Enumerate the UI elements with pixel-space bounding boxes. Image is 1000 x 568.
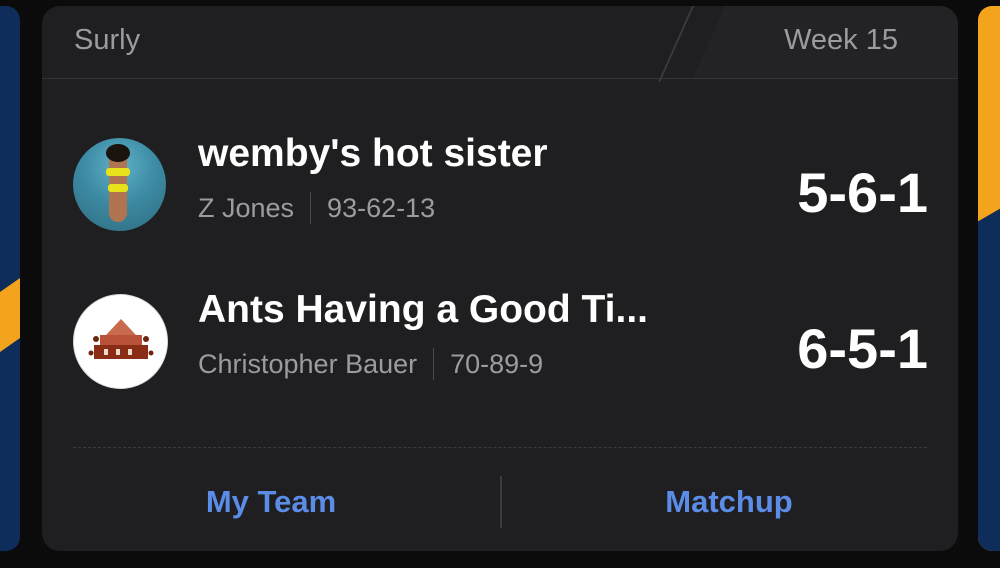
season-record: 70-89-9 [450, 348, 544, 379]
team-name: Ants Having a Good Ti... [198, 288, 648, 331]
header-slash-divider [658, 6, 694, 82]
screen: Surly Week 15 wemby's hot sister Z Jones… [0, 0, 1000, 568]
ants-illustration-icon [88, 319, 154, 359]
matchup-button[interactable]: Matchup [500, 472, 958, 532]
card-header: Surly Week 15 [42, 6, 958, 82]
team-row[interactable]: Ants Having a Good Ti... Christopher Bau… [42, 286, 958, 396]
team-name: wemby's hot sister [198, 132, 548, 175]
next-card-peek[interactable] [978, 6, 1000, 551]
matchup-score: 5-6-1 [797, 161, 928, 224]
week-label: Week 15 [784, 24, 898, 56]
matchup-score: 6-5-1 [797, 317, 928, 380]
team-meta: Z Jones 93-62-13 [198, 192, 435, 224]
meta-divider [310, 192, 312, 224]
card-footer: My Team Matchup [42, 472, 958, 532]
meta-divider [433, 348, 435, 380]
league-name: Surly [74, 24, 141, 56]
manager-name: Z Jones [198, 192, 295, 223]
team-avatar [73, 138, 166, 231]
team-row[interactable]: wemby's hot sister Z Jones 93-62-13 5-6-… [42, 130, 958, 240]
season-record: 93-62-13 [327, 192, 436, 223]
team-avatar [73, 294, 168, 389]
my-team-button[interactable]: My Team [42, 472, 500, 532]
manager-name: Christopher Bauer [198, 348, 418, 379]
section-divider [73, 447, 927, 448]
team-meta: Christopher Bauer 70-89-9 [198, 348, 543, 380]
previous-card-peek[interactable] [0, 6, 20, 551]
matchup-card[interactable]: Surly Week 15 wemby's hot sister Z Jones… [42, 6, 958, 551]
